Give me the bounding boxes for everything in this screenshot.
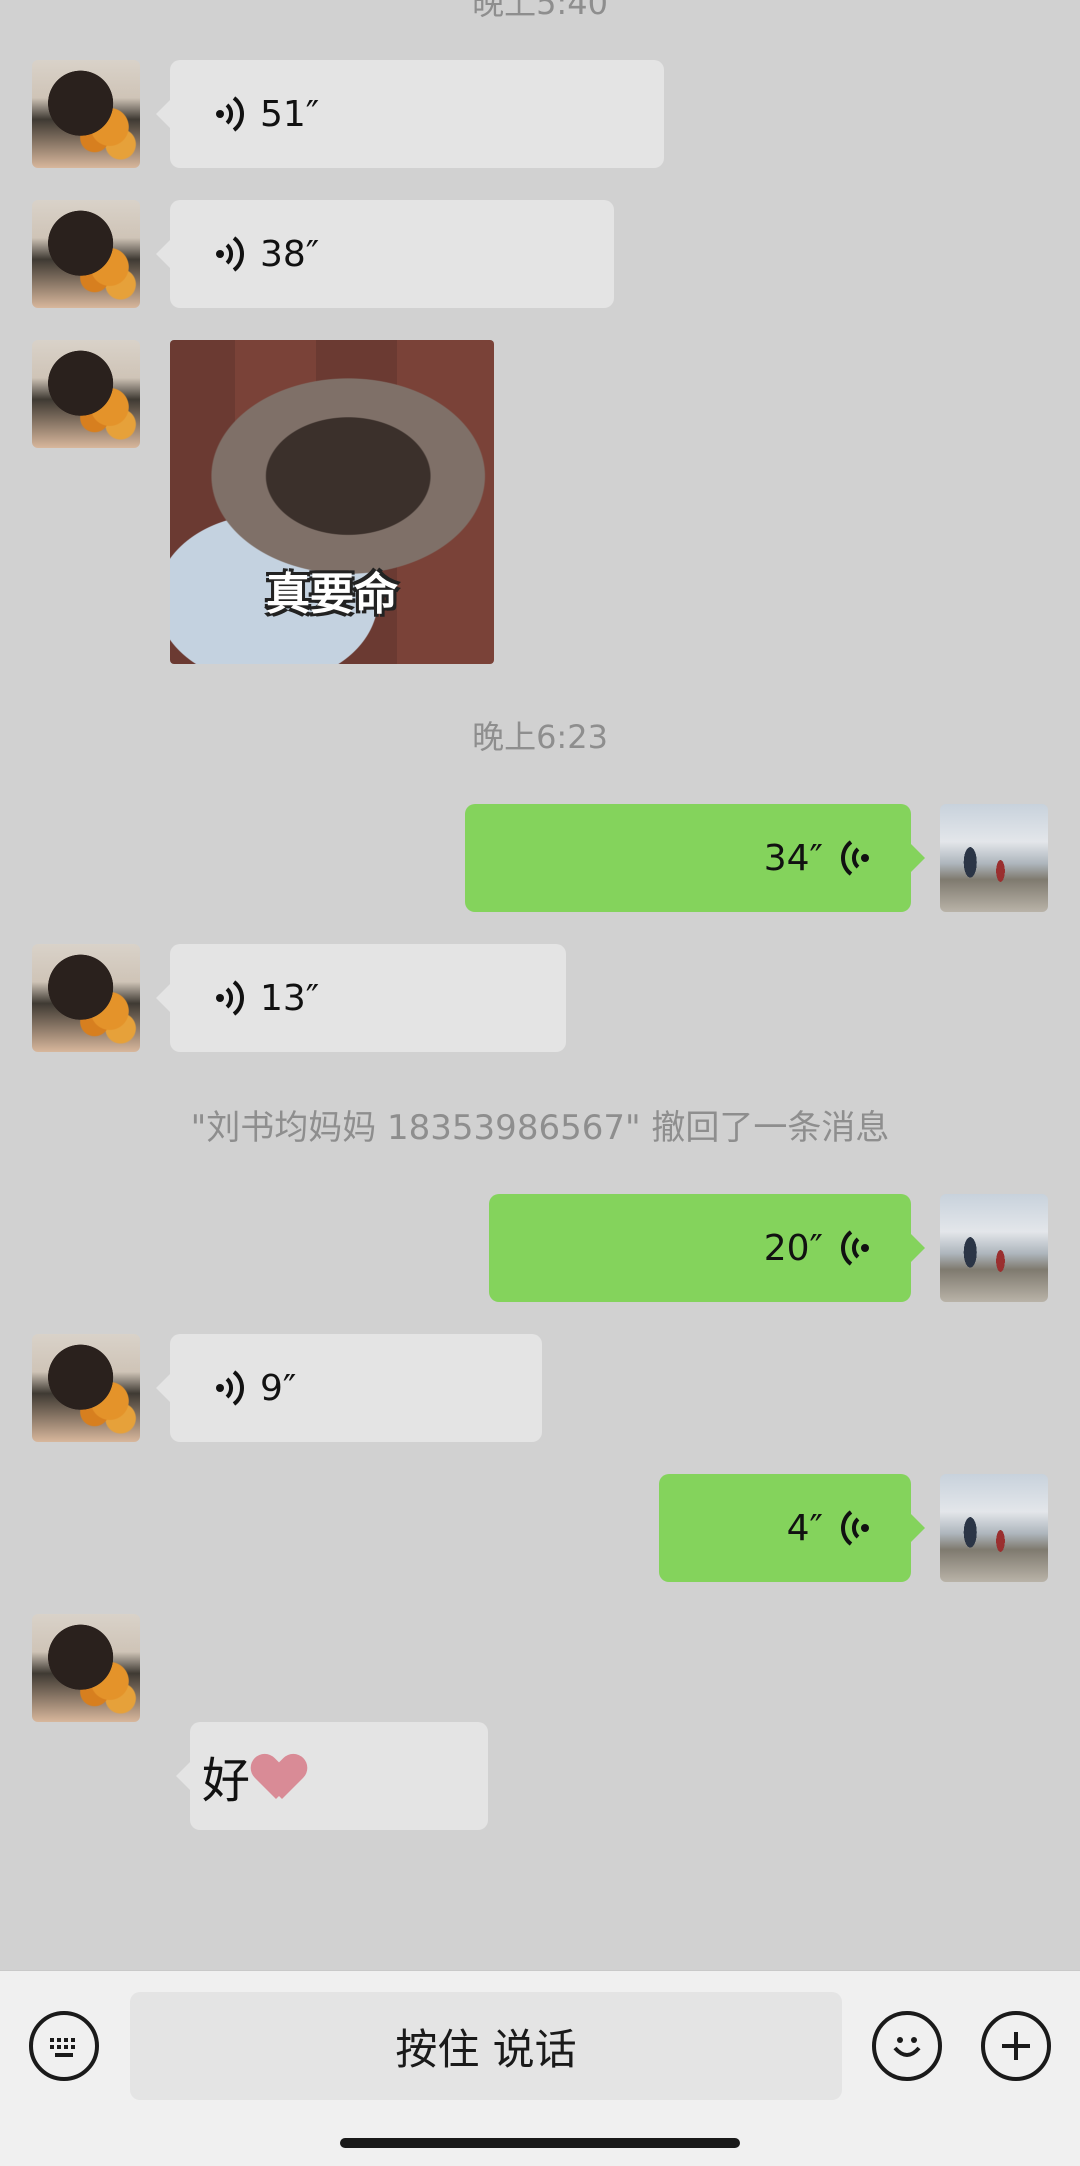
voice-message-bubble-outgoing[interactable]: 34″: [465, 804, 925, 912]
my-avatar[interactable]: [940, 1194, 1048, 1302]
hold-to-talk-label: 按住 说话: [395, 2024, 577, 2074]
voice-duration: 9″: [260, 1367, 297, 1409]
voice-wave-icon: [837, 838, 871, 878]
emoji-icon[interactable]: [872, 2011, 942, 2081]
my-avatar[interactable]: [940, 804, 1048, 912]
contact-avatar[interactable]: [32, 200, 140, 308]
keyboard-icon[interactable]: [29, 2011, 99, 2081]
contact-avatar[interactable]: [32, 944, 140, 1052]
voice-wave-icon: [837, 1228, 871, 1268]
voice-wave-icon: [214, 978, 248, 1018]
voice-duration: 13″: [260, 977, 320, 1019]
voice-message-bubble-outgoing[interactable]: 4″: [659, 1474, 925, 1582]
voice-message-bubble[interactable]: 51″: [156, 60, 664, 168]
timestamp-top: 晚上5:40: [472, 0, 608, 22]
voice-duration: 51″: [260, 93, 320, 135]
plus-icon[interactable]: [981, 2011, 1051, 2081]
contact-avatar[interactable]: [32, 1614, 140, 1722]
voice-duration: 38″: [260, 233, 320, 275]
message-text: 好: [202, 1753, 251, 1809]
voice-wave-icon: [214, 94, 248, 134]
my-avatar[interactable]: [940, 1474, 1048, 1582]
sticker-image[interactable]: 真要命: [170, 340, 494, 664]
home-indicator[interactable]: [340, 2138, 740, 2148]
voice-duration: 20″: [763, 1227, 823, 1269]
voice-wave-icon: [214, 1368, 248, 1408]
timestamp-middle: 晚上6:23: [472, 718, 608, 756]
voice-duration: 34″: [763, 837, 823, 879]
contact-avatar[interactable]: [32, 1334, 140, 1442]
voice-duration: 4″: [786, 1507, 823, 1549]
voice-wave-icon: [214, 234, 248, 274]
heart-emoji-icon: [254, 1751, 304, 1801]
text-message-bubble[interactable]: 好: [176, 1722, 488, 1830]
contact-avatar[interactable]: [32, 340, 140, 448]
contact-avatar[interactable]: [32, 60, 140, 168]
voice-message-bubble-outgoing[interactable]: 20″: [489, 1194, 925, 1302]
sticker-caption: 真要命: [266, 569, 398, 620]
voice-message-bubble[interactable]: 13″: [156, 944, 566, 1052]
voice-message-bubble[interactable]: 38″: [156, 200, 614, 308]
hold-to-talk-button[interactable]: 按住 说话: [130, 1992, 842, 2100]
voice-wave-icon: [837, 1508, 871, 1548]
voice-message-bubble[interactable]: 9″: [156, 1334, 542, 1442]
recall-notice: "刘书均妈妈 18353986567" 撤回了一条消息: [190, 1108, 890, 1148]
